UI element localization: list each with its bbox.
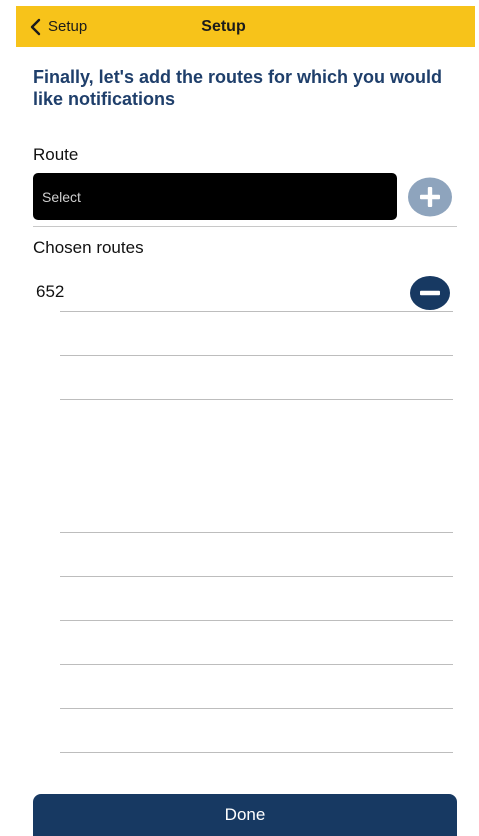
- chosen-routes-label: Chosen routes: [33, 238, 144, 257]
- divider: [33, 226, 457, 227]
- list-row-separator: [60, 576, 453, 577]
- list-row-separator: [60, 355, 453, 356]
- remove-route-button[interactable]: [410, 276, 450, 310]
- list-row-separator: [60, 708, 453, 709]
- route-select[interactable]: Select: [33, 173, 397, 220]
- chosen-route-row: 652: [33, 272, 457, 312]
- back-button[interactable]: Setup: [28, 6, 87, 47]
- instruction-headline: Finally, let's add the routes for which …: [33, 67, 442, 109]
- add-route-button[interactable]: [407, 177, 453, 217]
- list-row-separator: [60, 752, 453, 753]
- list-row-separator: [60, 620, 453, 621]
- chosen-route-value: 652: [36, 282, 65, 301]
- back-label: Setup: [48, 18, 88, 35]
- done-button[interactable]: Done: [33, 794, 457, 836]
- plus-circle-icon: [408, 177, 452, 217]
- list-row-separator: [60, 532, 453, 533]
- nav-bar: Setup Setup: [16, 6, 475, 47]
- route-label: Route: [33, 145, 79, 164]
- minus-circle-icon: [410, 276, 450, 310]
- list-row-separator: [60, 399, 453, 400]
- list-row-separator: [60, 664, 453, 665]
- chevron-left-icon: [30, 18, 41, 35]
- list-row-separator: [60, 311, 453, 312]
